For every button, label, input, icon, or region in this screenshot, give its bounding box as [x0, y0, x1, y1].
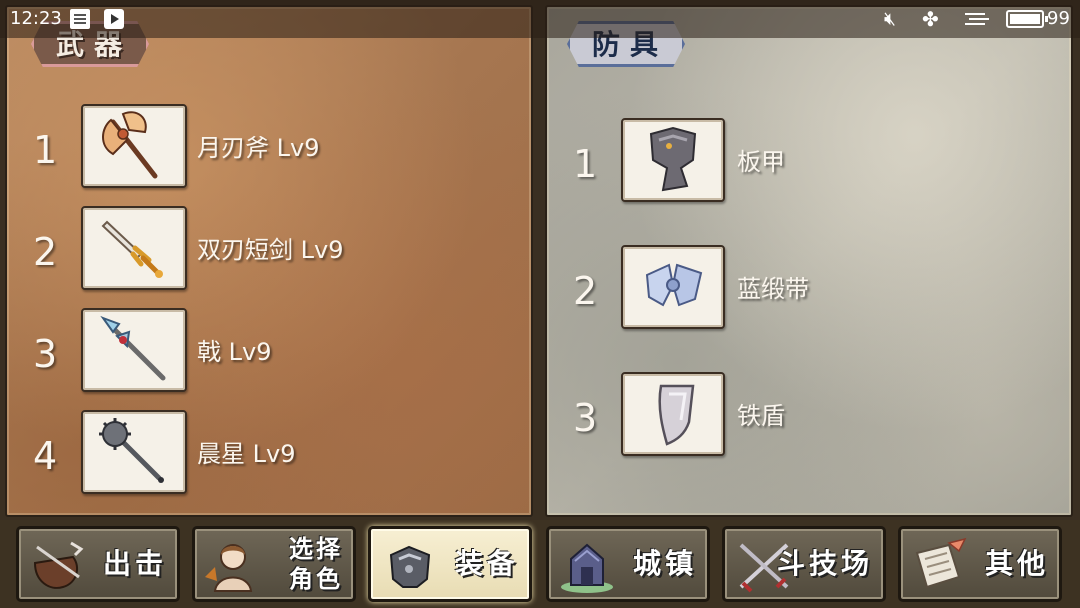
weapon-slot-4[interactable]: 4 晨星 Lv9	[7, 410, 507, 500]
slot-number: 1	[573, 142, 598, 186]
weapon-name: 晨星 Lv9	[197, 440, 296, 468]
plate-armor-icon[interactable]	[621, 118, 725, 202]
twin-blade-dagger-icon[interactable]	[81, 206, 187, 290]
armor-panel: 防具 1 板甲 2 蓝缎带 3 铁盾	[545, 5, 1073, 517]
weapon-name: 双刃短剑 Lv9	[197, 236, 344, 264]
menu-icon	[964, 9, 985, 29]
armor-name: 铁盾	[737, 402, 785, 430]
nav-equipment-button[interactable]: 装备	[368, 526, 532, 602]
mute-icon: 🔇︎	[884, 8, 896, 30]
weapon-name: 月刃斧 Lv9	[197, 134, 320, 162]
slot-number: 3	[573, 396, 598, 440]
weapon-slot-3[interactable]: 3 戟 Lv9	[7, 308, 507, 398]
nav-label: 选择 角色	[289, 535, 343, 593]
halberd-icon[interactable]	[81, 308, 187, 392]
nav-arena-button[interactable]: 斗技场	[722, 526, 886, 602]
blue-ribbon-icon[interactable]	[621, 245, 725, 329]
bottom-nav: 出击 选择 角色 装备 城镇 斗技场 其他	[0, 520, 1080, 608]
armor-name: 板甲	[737, 148, 785, 176]
weapons-panel: 武器 1 月刃斧 Lv9 2 双刃短剑 Lv9 3 戟 Lv9 4 晨星 Lv9	[5, 5, 533, 517]
equipment-icon	[379, 537, 441, 595]
nav-character-select-button[interactable]: 选择 角色	[192, 526, 356, 602]
fan-icon: ✤	[922, 7, 939, 31]
nav-other-button[interactable]: 其他	[898, 526, 1062, 602]
armor-slot-2[interactable]: 2 蓝缎带	[547, 245, 1047, 335]
morning-star-icon[interactable]	[81, 410, 187, 494]
weapon-slot-1[interactable]: 1 月刃斧 Lv9	[7, 104, 507, 194]
slot-number: 4	[33, 434, 58, 478]
moon-axe-icon[interactable]	[81, 104, 187, 188]
armor-slot-1[interactable]: 1 板甲	[547, 118, 1047, 208]
weapon-slot-2[interactable]: 2 双刃短剑 Lv9	[7, 206, 507, 296]
nav-label: 斗技场	[776, 547, 873, 580]
note-icon	[70, 9, 90, 29]
town-icon	[557, 537, 619, 595]
slot-number: 2	[33, 230, 58, 274]
iron-shield-icon[interactable]	[621, 372, 725, 456]
battery-icon	[1006, 10, 1048, 28]
play-icon	[104, 9, 124, 29]
battery-level: 99	[1047, 8, 1070, 29]
nav-label: 装备	[454, 547, 519, 580]
armor-name: 蓝缎带	[737, 275, 809, 303]
weapon-name: 戟 Lv9	[197, 338, 272, 366]
nav-label: 出击	[102, 547, 167, 580]
character-select-icon	[203, 537, 265, 595]
sortie-icon	[27, 537, 89, 595]
nav-label: 其他	[984, 547, 1049, 580]
nav-label: 城镇	[632, 547, 697, 580]
other-scroll-icon	[909, 537, 971, 595]
slot-number: 3	[33, 332, 58, 376]
status-time: 12:23	[10, 8, 62, 29]
armor-slot-3[interactable]: 3 铁盾	[547, 372, 1047, 462]
slot-number: 1	[33, 128, 58, 172]
nav-town-button[interactable]: 城镇	[546, 526, 710, 602]
status-bar: 12:23 🔇︎ ✤ 99	[0, 0, 1080, 38]
slot-number: 2	[573, 269, 598, 313]
nav-sortie-button[interactable]: 出击	[16, 526, 180, 602]
